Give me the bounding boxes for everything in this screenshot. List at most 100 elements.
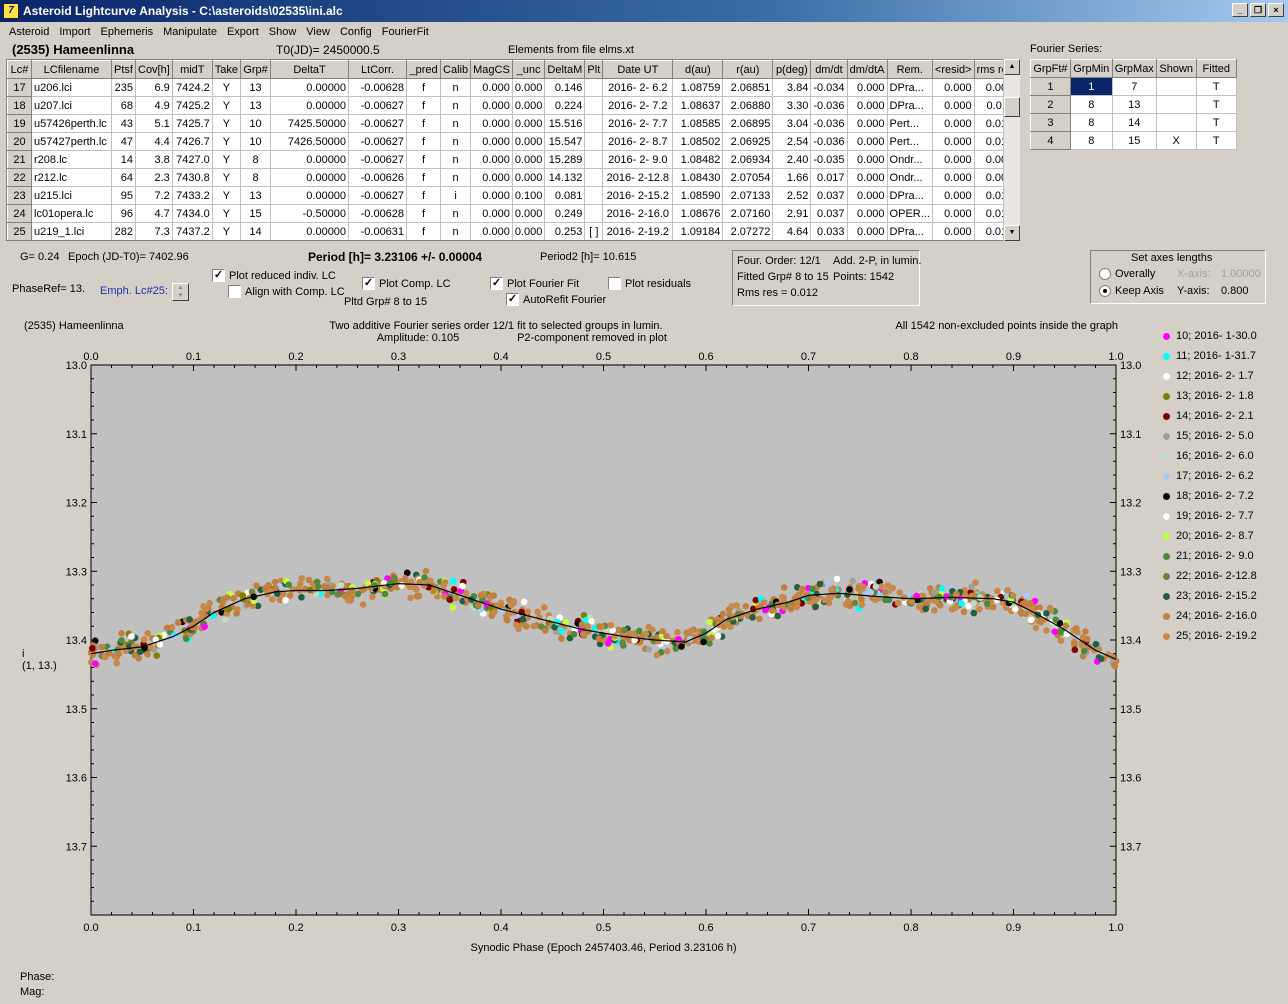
table-cell[interactable]: 0.000 [511,114,546,133]
table-cell[interactable]: 0.000 [931,150,975,169]
table-cell[interactable]: i [440,186,472,205]
table-cell[interactable]: 13 [240,78,272,97]
table-cell[interactable]: T [1195,95,1238,114]
table-row[interactable]: 20 u57427perth.lc 47 4.4 7426.7 Y 10 7426.50000… [7,132,1017,151]
column-header[interactable]: r(au) [722,60,774,79]
table-cell[interactable]: f [406,222,442,240]
table-cell[interactable]: 0.000 [511,150,546,169]
table-cell[interactable]: 0.000 [931,168,975,187]
table-cell[interactable]: 0.249 [544,204,586,223]
table-row[interactable]: 17 u206.lci 235 6.9 7424.2 Y 13 0.00000 -0.00628… [7,78,1017,97]
table-cell[interactable]: r212.lc [31,168,112,187]
plot-residuals-checkbox[interactable]: Plot residuals [608,277,691,290]
table-cell[interactable]: 1.08590 [672,186,724,205]
menu-asteroid[interactable]: Asteroid [4,26,54,38]
table-cell[interactable]: u206.lci [31,78,112,97]
checkbox-box[interactable] [608,277,621,290]
table-cell[interactable]: 5.1 [135,114,173,133]
table-cell[interactable]: Y [211,150,242,169]
table-cell[interactable]: 15.289 [544,150,586,169]
autorefit-checkbox[interactable]: ✓ AutoRefit Fourier [506,293,606,306]
table-cell[interactable]: 7.3 [135,222,173,240]
table-cell[interactable]: 2016- 2- 9.0 [602,150,674,169]
column-header[interactable]: Date UT [602,60,674,79]
table-cell[interactable]: -0.035 [810,150,848,169]
table-cell[interactable]: 2.3 [135,168,173,187]
table-cell[interactable]: lc01opera.lc [31,204,112,223]
table-cell[interactable]: OPER... [886,204,933,223]
table-cell[interactable]: 2.06880 [722,96,774,115]
spin-down-icon[interactable]: ▼ [173,292,188,300]
table-cell[interactable]: 0.017 [810,168,848,187]
table-cell[interactable]: 1.08676 [672,204,724,223]
spin-up-icon[interactable]: ▲ [173,284,188,292]
table-cell[interactable]: 0.037 [810,186,848,205]
menu-export[interactable]: Export [222,26,264,38]
table-cell[interactable]: 14 [240,222,272,240]
table-cell[interactable]: T [1195,131,1238,150]
table-cell[interactable]: 0.00000 [270,222,350,240]
table-cell[interactable]: n [440,168,472,187]
table-cell[interactable]: 0.000 [846,222,888,240]
column-header[interactable]: Rem. [886,60,933,79]
table-cell[interactable]: 7426.50000 [270,132,350,151]
overally-radio[interactable]: Overally [1099,268,1155,280]
row-header[interactable]: 19 [7,114,32,133]
table-row[interactable]: 23 u215.lci 95 7.2 7433.2 Y 13 0.00000 -0.00627 f… [7,186,1017,205]
table-cell[interactable] [1155,95,1197,114]
table-cell[interactable] [584,96,604,115]
table-cell[interactable]: 1.09184 [672,222,724,240]
table-cell[interactable]: -0.50000 [270,204,350,223]
row-header[interactable]: 24 [7,204,32,223]
table-cell[interactable]: 0.000 [931,78,975,97]
table-cell[interactable] [584,78,604,97]
table-row[interactable]: 21 r208.lc 14 3.8 7427.0 Y 8 0.00000 -0.00627 f n 0… [7,150,1017,169]
table-row[interactable]: 22 r212.lc 64 2.3 7430.8 Y 8 0.00000 -0.00626 f n 0… [7,168,1017,187]
minimize-button[interactable]: _ [1232,3,1248,17]
table-cell[interactable]: 0.000 [511,78,546,97]
table-cell[interactable]: -0.00631 [348,222,408,240]
table-cell[interactable]: 0.000 [931,222,975,240]
table-cell[interactable]: 8 [1069,113,1113,132]
table-cell[interactable]: 2.06925 [722,132,774,151]
table-cell[interactable]: 0.000 [931,114,975,133]
table-cell[interactable] [584,186,604,205]
table-cell[interactable]: 6.9 [135,78,173,97]
table-cell[interactable]: 0.000 [470,78,513,97]
scroll-up-icon[interactable]: ▲ [1004,59,1020,75]
table-cell[interactable] [1155,77,1197,96]
table-cell[interactable]: 7 [1111,77,1157,96]
column-header[interactable]: MagCS [470,60,513,79]
menu-show[interactable]: Show [264,26,302,38]
table-cell[interactable]: n [440,204,472,223]
table-cell[interactable]: 0.000 [846,168,888,187]
table-cell[interactable]: 64 [111,168,136,187]
table-cell[interactable] [1155,113,1197,132]
table-cell[interactable]: 0.000 [470,168,513,187]
table-cell[interactable]: 0.253 [544,222,586,240]
table-cell[interactable]: Y [211,204,242,223]
table-cell[interactable]: 15 [240,204,272,223]
table-cell[interactable]: 0.037 [810,204,848,223]
table-cell[interactable]: 2016- 2-16.0 [602,204,674,223]
table-cell[interactable]: 0.000 [511,222,546,240]
row-header[interactable]: 25 [7,222,32,240]
close-button[interactable]: × [1268,3,1284,17]
radio-circle[interactable] [1099,285,1111,297]
column-header[interactable]: GrpMax [1111,59,1157,78]
table-cell[interactable]: 14 [111,150,136,169]
table-cell[interactable] [584,204,604,223]
column-header[interactable]: DeltaM [544,60,586,79]
column-header[interactable]: p(deg) [772,60,812,79]
column-header[interactable]: Plt [584,60,604,79]
table-cell[interactable]: Y [211,78,242,97]
table-cell[interactable]: 0.224 [544,96,586,115]
column-header[interactable]: midT [171,60,213,79]
emph-lc-spinner[interactable]: ▲ ▼ [172,283,189,301]
align-comp-checkbox[interactable]: Align with Comp. LC [228,285,345,298]
menu-ephemeris[interactable]: Ephemeris [96,26,159,38]
table-cell[interactable]: 3.30 [772,96,812,115]
table-cell[interactable]: Y [211,222,242,240]
table-cell[interactable]: 47 [111,132,136,151]
table-cell[interactable]: -0.00627 [348,132,408,151]
